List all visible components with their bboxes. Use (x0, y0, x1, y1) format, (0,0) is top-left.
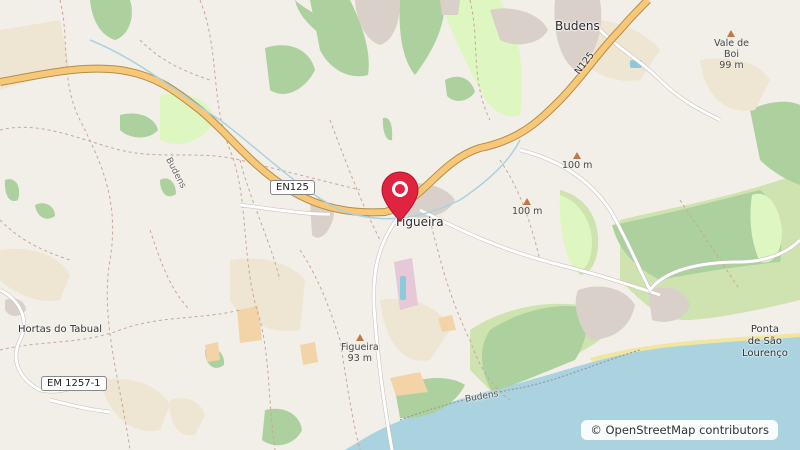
map-pin-icon (381, 171, 419, 222)
map-attribution[interactable]: © OpenStreetMap contributors (581, 420, 778, 440)
openstreetmap-attribution-link[interactable]: © OpenStreetMap contributors (590, 423, 769, 437)
peak-figueira[interactable]: Figueira 93 m (341, 334, 379, 364)
peak-name: Figueira (341, 342, 379, 353)
place-label-hortas-do-tabual[interactable]: Hortas do Tabual (18, 324, 102, 335)
road-shield-en125: EN125 (270, 180, 315, 195)
peak-triangle-icon (573, 152, 582, 159)
peak-100m-central[interactable]: 100 m (512, 198, 542, 217)
peak-name-line-1: Vale de (714, 38, 749, 49)
peak-name-line-2: Boi (723, 49, 739, 60)
peak-triangle-icon (727, 30, 736, 37)
peak-triangle-icon (523, 198, 532, 205)
peak-elevation: 100 m (562, 160, 593, 171)
place-label-budens[interactable]: Budens (555, 19, 600, 33)
road-shield-em1257: EM 1257-1 (41, 376, 107, 391)
peak-100m-east[interactable]: 100 m (562, 152, 592, 171)
peak-triangle-icon (355, 334, 364, 341)
peak-elevation: 100 m (512, 206, 543, 217)
location-marker[interactable] (381, 171, 419, 223)
ponta-line-1: Ponta (750, 324, 780, 335)
peak-elevation: 99 m (719, 60, 744, 71)
ponta-line-3: Lourenço (742, 348, 788, 359)
peak-elevation: 93 m (347, 353, 373, 364)
ponta-line-2: de São (747, 336, 783, 347)
place-label-ponta-de-sao-lourenco[interactable]: Ponta de São Lourenço (742, 324, 788, 360)
peak-vale-de-boi[interactable]: Vale de Boi 99 m (714, 30, 749, 71)
map-view[interactable]: Budens Figueira Hortas do Tabual Ponta d… (0, 0, 800, 450)
